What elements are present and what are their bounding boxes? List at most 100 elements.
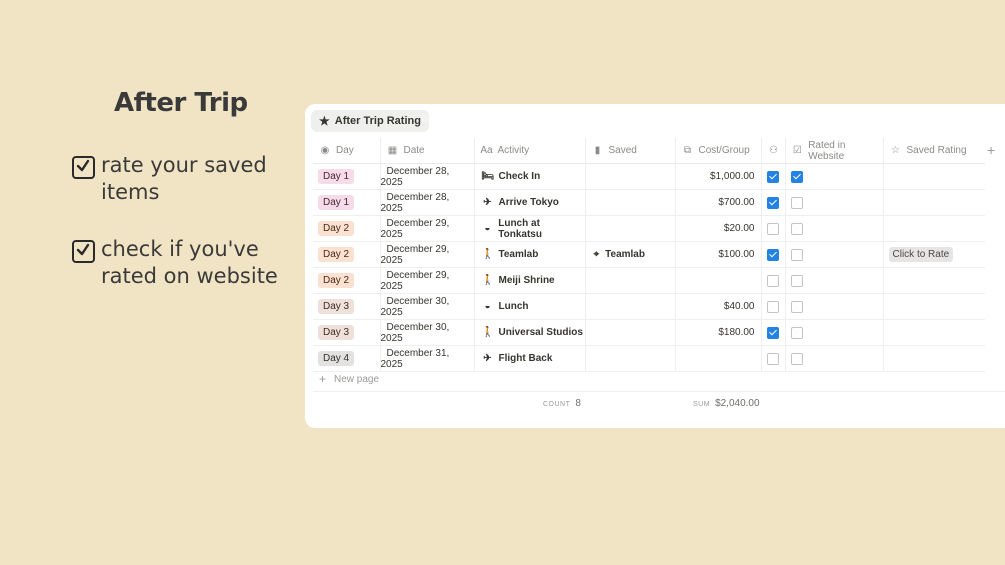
- sum-summary[interactable]: SUM $2,040.00: [693, 398, 760, 409]
- table-row[interactable]: Day 2 December 29, 2025 🚶 Meiji Shrine: [313, 267, 985, 294]
- cell-cost[interactable]: [674, 345, 761, 372]
- cell-people-check[interactable]: [760, 319, 785, 346]
- cell-activity[interactable]: ✈ Arrive Tokyo: [473, 189, 585, 216]
- cell-date[interactable]: December 28, 2025: [379, 189, 474, 216]
- cell-activity[interactable]: ◒ Lunch: [473, 293, 585, 320]
- column-header-cost[interactable]: ⧉ Cost/Group: [674, 138, 761, 164]
- rated-checkbox[interactable]: [790, 300, 803, 313]
- cell-saved-rating[interactable]: [882, 163, 985, 190]
- cell-cost[interactable]: $40.00: [674, 293, 761, 320]
- column-header-activity[interactable]: Aa Activity: [473, 138, 585, 164]
- rated-checkbox[interactable]: [790, 326, 803, 339]
- cell-saved-rating[interactable]: [882, 215, 985, 242]
- cell-people-check[interactable]: [760, 163, 785, 190]
- cell-saved[interactable]: [584, 215, 675, 242]
- cell-people-check[interactable]: [760, 267, 785, 294]
- checkbox[interactable]: [766, 300, 779, 313]
- cell-rated-check[interactable]: [784, 267, 883, 294]
- column-header-people[interactable]: ⚇: [760, 138, 785, 164]
- add-column-button[interactable]: +: [987, 142, 995, 158]
- cell-cost[interactable]: $1,000.00: [674, 163, 761, 190]
- cell-saved-rating[interactable]: [882, 189, 985, 216]
- click-to-rate-button[interactable]: Click to Rate: [888, 247, 954, 262]
- cell-cost[interactable]: $700.00: [674, 189, 761, 216]
- checkbox[interactable]: [766, 274, 779, 287]
- cell-day[interactable]: Day 2: [313, 241, 380, 268]
- view-more-icon[interactable]: [421, 114, 429, 122]
- table-row[interactable]: Day 4 December 31, 2025 ✈ Flight Back: [313, 345, 985, 372]
- cell-saved-rating[interactable]: Click to Rate: [882, 241, 985, 268]
- cell-saved[interactable]: [584, 163, 675, 190]
- cell-cost[interactable]: [674, 267, 761, 294]
- rated-checkbox[interactable]: [790, 170, 803, 183]
- column-header-rated[interactable]: ☑ Rated in Website: [784, 138, 883, 164]
- cell-saved[interactable]: ⌖ Teamlab: [584, 241, 675, 268]
- cell-date[interactable]: December 29, 2025: [379, 241, 474, 268]
- table-row[interactable]: Day 1 December 28, 2025 ✈ Arrive Tokyo $700.…: [313, 189, 985, 216]
- cell-day[interactable]: Day 2: [313, 215, 380, 242]
- column-header-day[interactable]: ◉ Day: [313, 138, 380, 164]
- saved-link[interactable]: Teamlab: [605, 249, 645, 260]
- column-header-date[interactable]: ▦ Date: [379, 138, 474, 164]
- cell-activity[interactable]: 🚶 Universal Studios: [473, 319, 585, 346]
- cell-date[interactable]: December 31, 2025: [379, 345, 474, 372]
- cell-date[interactable]: December 28, 2025: [379, 163, 474, 190]
- cell-date[interactable]: December 30, 2025: [379, 319, 474, 346]
- cell-saved-rating[interactable]: [882, 319, 985, 346]
- cell-rated-check[interactable]: [784, 163, 883, 190]
- cell-people-check[interactable]: [760, 293, 785, 320]
- new-page-button[interactable]: + New page: [319, 372, 379, 386]
- cell-saved[interactable]: [584, 319, 675, 346]
- cell-activity[interactable]: ✈ Flight Back: [473, 345, 585, 372]
- cell-saved-rating[interactable]: [882, 345, 985, 372]
- cell-day[interactable]: Day 3: [313, 319, 380, 346]
- view-tab-after-trip-rating[interactable]: ★ After Trip Rating: [311, 110, 429, 132]
- cell-rated-check[interactable]: [784, 215, 883, 242]
- cell-activity[interactable]: 🛏 Check In: [473, 163, 585, 190]
- cell-cost[interactable]: $20.00: [674, 215, 761, 242]
- cell-cost[interactable]: $100.00: [674, 241, 761, 268]
- cell-people-check[interactable]: [760, 215, 785, 242]
- cell-rated-check[interactable]: [784, 345, 883, 372]
- column-header-saved-rating[interactable]: ☆ Saved Rating: [882, 138, 985, 164]
- cell-saved[interactable]: [584, 267, 675, 294]
- rated-checkbox[interactable]: [790, 222, 803, 235]
- cell-date[interactable]: December 30, 2025: [379, 293, 474, 320]
- checkbox[interactable]: [766, 196, 779, 209]
- cell-activity[interactable]: 🚶 Teamlab: [473, 241, 585, 268]
- cell-day[interactable]: Day 3: [313, 293, 380, 320]
- rated-checkbox[interactable]: [790, 248, 803, 261]
- table-row[interactable]: Day 1 December 28, 2025 🛏 Check In $1,000.00: [313, 163, 985, 190]
- cell-saved[interactable]: [584, 345, 675, 372]
- cell-people-check[interactable]: [760, 345, 785, 372]
- cell-rated-check[interactable]: [784, 319, 883, 346]
- cell-date[interactable]: December 29, 2025: [379, 267, 474, 294]
- table-row[interactable]: Day 2 December 29, 2025 ◒ Lunch at Tonkatsu…: [313, 215, 985, 242]
- rated-checkbox[interactable]: [790, 352, 803, 365]
- cell-day[interactable]: Day 2: [313, 267, 380, 294]
- cell-activity[interactable]: 🚶 Meiji Shrine: [473, 267, 585, 294]
- checkbox[interactable]: [766, 352, 779, 365]
- rated-checkbox[interactable]: [790, 274, 803, 287]
- cell-people-check[interactable]: [760, 241, 785, 268]
- cell-saved[interactable]: [584, 293, 675, 320]
- cell-activity[interactable]: ◒ Lunch at Tonkatsu: [473, 215, 585, 242]
- table-row[interactable]: Day 3 December 30, 2025 🚶 Universal Studios…: [313, 319, 985, 346]
- cell-rated-check[interactable]: [784, 241, 883, 268]
- cell-day[interactable]: Day 4: [313, 345, 380, 372]
- table-row[interactable]: Day 3 December 30, 2025 ◒ Lunch $40.00: [313, 293, 985, 320]
- cell-rated-check[interactable]: [784, 189, 883, 216]
- column-header-saved[interactable]: ▮ Saved: [584, 138, 675, 164]
- cell-saved-rating[interactable]: [882, 293, 985, 320]
- cell-people-check[interactable]: [760, 189, 785, 216]
- cell-rated-check[interactable]: [784, 293, 883, 320]
- checkbox[interactable]: [766, 222, 779, 235]
- count-summary[interactable]: COUNT 8: [543, 398, 581, 409]
- cell-saved[interactable]: [584, 189, 675, 216]
- cell-day[interactable]: Day 1: [313, 189, 380, 216]
- cell-saved-rating[interactable]: [882, 267, 985, 294]
- cell-date[interactable]: December 29, 2025: [379, 215, 474, 242]
- checkbox[interactable]: [766, 248, 779, 261]
- rated-checkbox[interactable]: [790, 196, 803, 209]
- table-row[interactable]: Day 2 December 29, 2025 🚶 Teamlab ⌖ Teamlab $1…: [313, 241, 985, 268]
